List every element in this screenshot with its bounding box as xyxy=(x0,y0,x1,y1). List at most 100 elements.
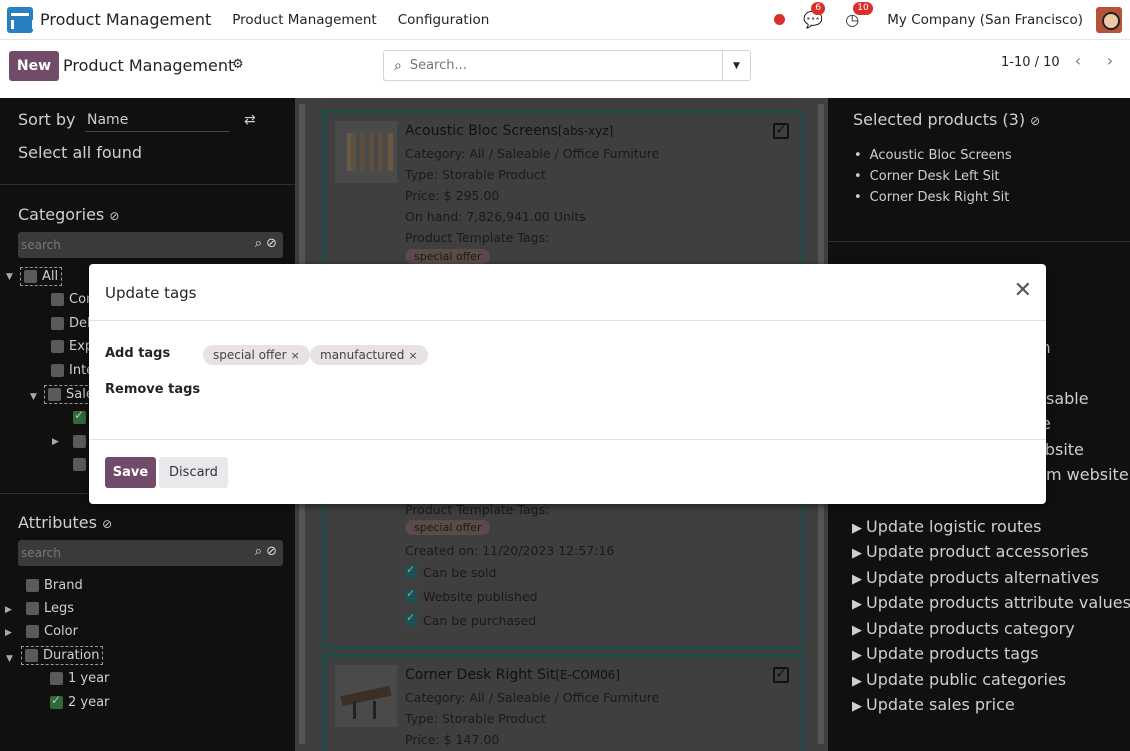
product-card[interactable]: Product Template Tags: special offer Cre… xyxy=(322,498,804,649)
checkbox-checked-icon[interactable]: ✓ xyxy=(773,123,789,139)
messages-menu[interactable]: 💬 6 xyxy=(803,1,826,30)
record-indicator-icon[interactable] xyxy=(774,14,786,25)
attribute-legs[interactable]: Legs xyxy=(26,601,74,616)
checkbox[interactable] xyxy=(405,611,417,626)
checkbox[interactable] xyxy=(73,458,86,471)
user-avatar[interactable] xyxy=(1096,6,1122,33)
action-update-tags[interactable]: Update products tags xyxy=(852,644,1039,663)
swap-order-icon[interactable]: ⇄ xyxy=(244,112,256,128)
product-name: Acoustic Bloc Screens[abs-xyz] xyxy=(405,123,614,139)
checkbox[interactable] xyxy=(26,625,39,638)
update-tags-dialog: Update tags ✕ Add tags special offer × ma… xyxy=(89,264,1046,504)
caret-right-icon[interactable]: ▶ xyxy=(52,437,59,447)
clear-filter-icon[interactable]: ⊘ xyxy=(109,209,119,223)
discard-button[interactable]: Discard xyxy=(159,457,228,488)
can-be-purchased: Can be purchased xyxy=(405,611,536,628)
activities-menu[interactable]: ◷ 10 xyxy=(845,1,873,30)
search-clear-icons[interactable]: ⌕ ⊘ xyxy=(255,236,277,251)
caret-down-icon[interactable]: ▼ xyxy=(30,392,37,402)
save-button[interactable]: Save xyxy=(105,457,156,488)
product-price: Price: $ 295.00 xyxy=(405,188,500,203)
remove-tag-icon[interactable]: × xyxy=(408,349,417,362)
caret-down-icon[interactable]: ▼ xyxy=(6,272,13,282)
checkbox[interactable] xyxy=(50,693,63,709)
action-update-category[interactable]: Update products category xyxy=(852,619,1075,638)
checkbox[interactable] xyxy=(25,649,38,662)
search-input[interactable] xyxy=(409,58,710,73)
action-update-product-accessories[interactable]: Update product accessories xyxy=(852,542,1089,561)
divider xyxy=(89,320,1046,321)
messages-count-badge: 6 xyxy=(811,1,826,15)
action-fragment[interactable]: sable xyxy=(1046,389,1089,408)
pager-next-button[interactable]: › xyxy=(1098,51,1122,73)
caret-right-icon[interactable]: ▶ xyxy=(5,628,12,638)
checkbox[interactable] xyxy=(51,317,64,330)
new-button[interactable]: New xyxy=(9,51,59,81)
search-clear-icons[interactable]: ⌕ ⊘ xyxy=(255,544,277,559)
checkbox[interactable] xyxy=(73,408,86,424)
clear-filter-icon[interactable]: ⊘ xyxy=(102,517,112,531)
action-fragment[interactable]: m website xyxy=(1046,465,1129,484)
category-item[interactable]: Exp xyxy=(51,339,93,354)
category-item[interactable]: Del xyxy=(51,316,91,331)
app-brand[interactable]: Product Management xyxy=(40,10,211,29)
company-switcher[interactable]: My Company (San Francisco) xyxy=(887,12,1083,28)
checkbox[interactable] xyxy=(48,388,61,401)
product-on-hand: On hand: 7,826,941.00 Units xyxy=(405,209,586,224)
menu-product-management[interactable]: Product Management xyxy=(232,12,376,28)
menu-configuration[interactable]: Configuration xyxy=(398,12,490,28)
caret-down-icon[interactable]: ▼ xyxy=(6,654,13,664)
category-item[interactable]: Inte xyxy=(51,363,94,378)
clear-selection-icon[interactable]: ⊘ xyxy=(1030,114,1040,128)
checkbox[interactable] xyxy=(73,435,86,448)
action-update-public-categories[interactable]: Update public categories xyxy=(852,670,1066,689)
pager-previous-button[interactable]: ‹ xyxy=(1066,51,1090,73)
checkbox[interactable] xyxy=(51,293,64,306)
attribute-duration[interactable]: Duration xyxy=(21,646,104,665)
selected-products-heading: Selected products (3) ⊘ xyxy=(853,110,1041,129)
checkbox[interactable] xyxy=(51,340,64,353)
category-item[interactable]: Con xyxy=(51,292,94,307)
tag-manufactured: manufactured × xyxy=(310,345,428,365)
action-update-logistic-routes[interactable]: Update logistic routes xyxy=(852,517,1041,536)
app-icon[interactable] xyxy=(7,6,33,33)
gear-icon[interactable]: ⚙ xyxy=(232,57,244,72)
close-icon[interactable]: ✕ xyxy=(1014,280,1032,302)
pager-value[interactable]: 1-10 / 10 xyxy=(1001,55,1060,70)
sort-by-select[interactable]: Name xyxy=(85,112,230,132)
action-update-products-alternatives[interactable]: Update products alternatives xyxy=(852,568,1099,587)
caret-down-icon: ▼ xyxy=(733,60,740,71)
action-update-attribute-values[interactable]: Update products attribute values xyxy=(852,593,1130,612)
category-all[interactable]: All xyxy=(20,267,63,286)
checkbox[interactable] xyxy=(405,587,417,602)
attribute-value-1-year[interactable]: 1 year xyxy=(50,671,109,686)
checkbox[interactable] xyxy=(26,579,39,592)
select-all-found-link[interactable]: Select all found xyxy=(18,143,142,162)
search-options-toggle[interactable]: ▼ xyxy=(722,51,750,80)
attribute-color[interactable]: Color xyxy=(26,624,78,639)
categories-search-input[interactable]: search ⌕ ⊘ xyxy=(18,232,283,258)
checkbox[interactable] xyxy=(50,672,63,685)
checkbox[interactable] xyxy=(26,602,39,615)
checkbox[interactable] xyxy=(51,364,64,377)
product-card[interactable]: Acoustic Bloc Screens[abs-xyz] ✓ Categor… xyxy=(322,110,804,280)
checkbox[interactable] xyxy=(405,563,417,578)
category-item[interactable] xyxy=(73,434,86,449)
remove-tag-icon[interactable]: × xyxy=(291,349,300,362)
checkbox[interactable] xyxy=(24,270,37,283)
categories-heading: Categories ⊘ xyxy=(18,205,120,224)
product-tag: special offer xyxy=(405,249,491,264)
product-category: Category: All / Saleable / Office Furnit… xyxy=(405,146,660,161)
attributes-search-input[interactable]: search ⌕ ⊘ xyxy=(18,540,283,566)
action-update-sales-price[interactable]: Update sales price xyxy=(852,695,1015,714)
product-card[interactable]: Corner Desk Right Sit[E-COM06] ✓ Categor… xyxy=(322,654,804,751)
selected-products-list: Acoustic Bloc Screens Corner Desk Left S… xyxy=(854,148,1012,211)
caret-right-icon[interactable]: ▶ xyxy=(5,605,12,615)
navbar-systray: 💬 6 ◷ 10 My Company (San Francisco) xyxy=(774,0,1130,40)
attribute-brand[interactable]: Brand xyxy=(26,578,83,593)
category-item[interactable] xyxy=(73,408,86,425)
attribute-value-2-year[interactable]: 2 year xyxy=(50,693,109,710)
divider xyxy=(0,184,295,185)
category-item[interactable] xyxy=(73,457,86,472)
checkbox-checked-icon[interactable]: ✓ xyxy=(773,667,789,683)
